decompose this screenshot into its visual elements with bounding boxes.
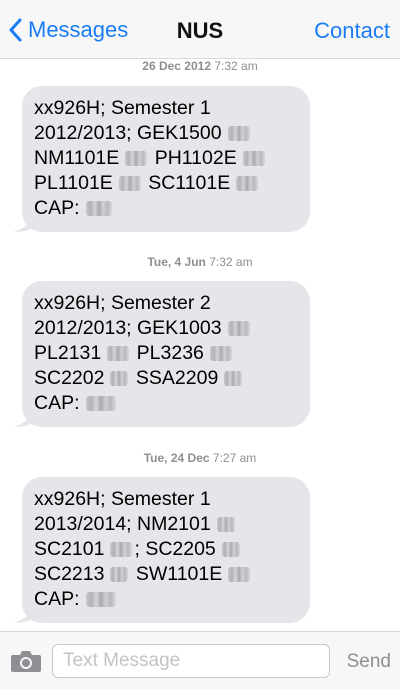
redacted-grade xyxy=(228,567,251,582)
message-line: PL1101E SC1101E xyxy=(34,171,300,196)
back-button[interactable]: Messages xyxy=(8,14,128,46)
chevron-left-icon xyxy=(9,18,22,42)
timestamp-date: Tue, 4 Jun xyxy=(147,255,206,269)
timestamp-date: Tue, 24 Dec xyxy=(143,451,210,465)
timestamp-time: 7:27 am xyxy=(212,451,257,465)
redacted-cap xyxy=(85,201,112,216)
send-button[interactable]: Send xyxy=(347,651,391,673)
timestamp-time: 7:32 am xyxy=(214,59,258,73)
bubble-tail xyxy=(13,605,35,623)
back-button-label: Messages xyxy=(28,17,129,42)
redacted-grade xyxy=(110,542,133,557)
camera-icon[interactable] xyxy=(10,649,42,673)
message-bubble[interactable]: xx926H; Semester 1 2013/2014; NM2101 SC2… xyxy=(13,477,310,623)
message-timestamp: Tue, 24 Dec 7:27 am xyxy=(0,451,400,465)
redacted-grade xyxy=(216,517,235,532)
message-timestamp: Tue, 4 Jun 7:32 am xyxy=(0,255,400,269)
redacted-grade xyxy=(107,346,130,361)
message-composer: Send xyxy=(0,631,400,689)
message-bubble[interactable]: xx926H; Semester 2 2012/2013; GEK1003 PL… xyxy=(13,281,310,427)
timestamp-time: 7:32 am xyxy=(209,255,253,269)
navigation-bar: Messages NUS Contact xyxy=(0,0,400,59)
bubble-tail xyxy=(13,409,35,427)
redacted-grade xyxy=(227,321,250,336)
message-timestamp: 26 Dec 2012 7:32 am xyxy=(0,59,400,73)
redacted-grade xyxy=(110,567,129,582)
message-line: SC2213 SW1101E xyxy=(34,562,300,587)
redacted-grade xyxy=(227,126,250,141)
redacted-grade xyxy=(110,371,129,386)
conversation-thread[interactable]: 26 Dec 2012 7:32 am xx926H; Semester 1 2… xyxy=(0,59,400,631)
message-line: PL2131 PL3236 xyxy=(34,341,300,366)
redacted-grade xyxy=(221,542,240,557)
message-line: 2012/2013; GEK1003 xyxy=(34,316,300,341)
message-line: xx926H; Semester 1 xyxy=(34,488,211,510)
conversation-title: NUS xyxy=(176,18,224,43)
redacted-grade xyxy=(125,151,148,166)
redacted-grade xyxy=(224,371,243,386)
redacted-cap xyxy=(85,592,116,607)
contact-button[interactable]: Contact xyxy=(314,18,390,44)
message-bubble[interactable]: xx926H; Semester 1 2012/2013; GEK1500 NM… xyxy=(13,86,310,232)
redacted-grade xyxy=(242,151,265,166)
message-line: xx926H; Semester 2 xyxy=(34,292,211,314)
message-line: NM1101E PH1102E xyxy=(34,146,300,171)
message-line: 2013/2014; NM2101 xyxy=(34,512,300,537)
redacted-grade xyxy=(209,346,232,361)
message-line: CAP: xyxy=(34,587,300,612)
message-line: SC2101; SC2205 xyxy=(34,537,300,562)
message-line: SC2202 SSA2209 xyxy=(34,366,300,391)
message-line: CAP: xyxy=(34,391,300,416)
timestamp-date: 26 Dec 2012 xyxy=(142,59,212,73)
message-line: CAP: xyxy=(34,196,300,221)
redacted-cap xyxy=(85,396,116,411)
message-input[interactable] xyxy=(52,644,330,678)
bubble-tail xyxy=(13,214,35,232)
redacted-grade xyxy=(236,176,259,191)
message-line: 2012/2013; GEK1500 xyxy=(34,121,300,146)
redacted-grade xyxy=(118,176,141,191)
message-line: xx926H; Semester 1 xyxy=(34,97,211,119)
